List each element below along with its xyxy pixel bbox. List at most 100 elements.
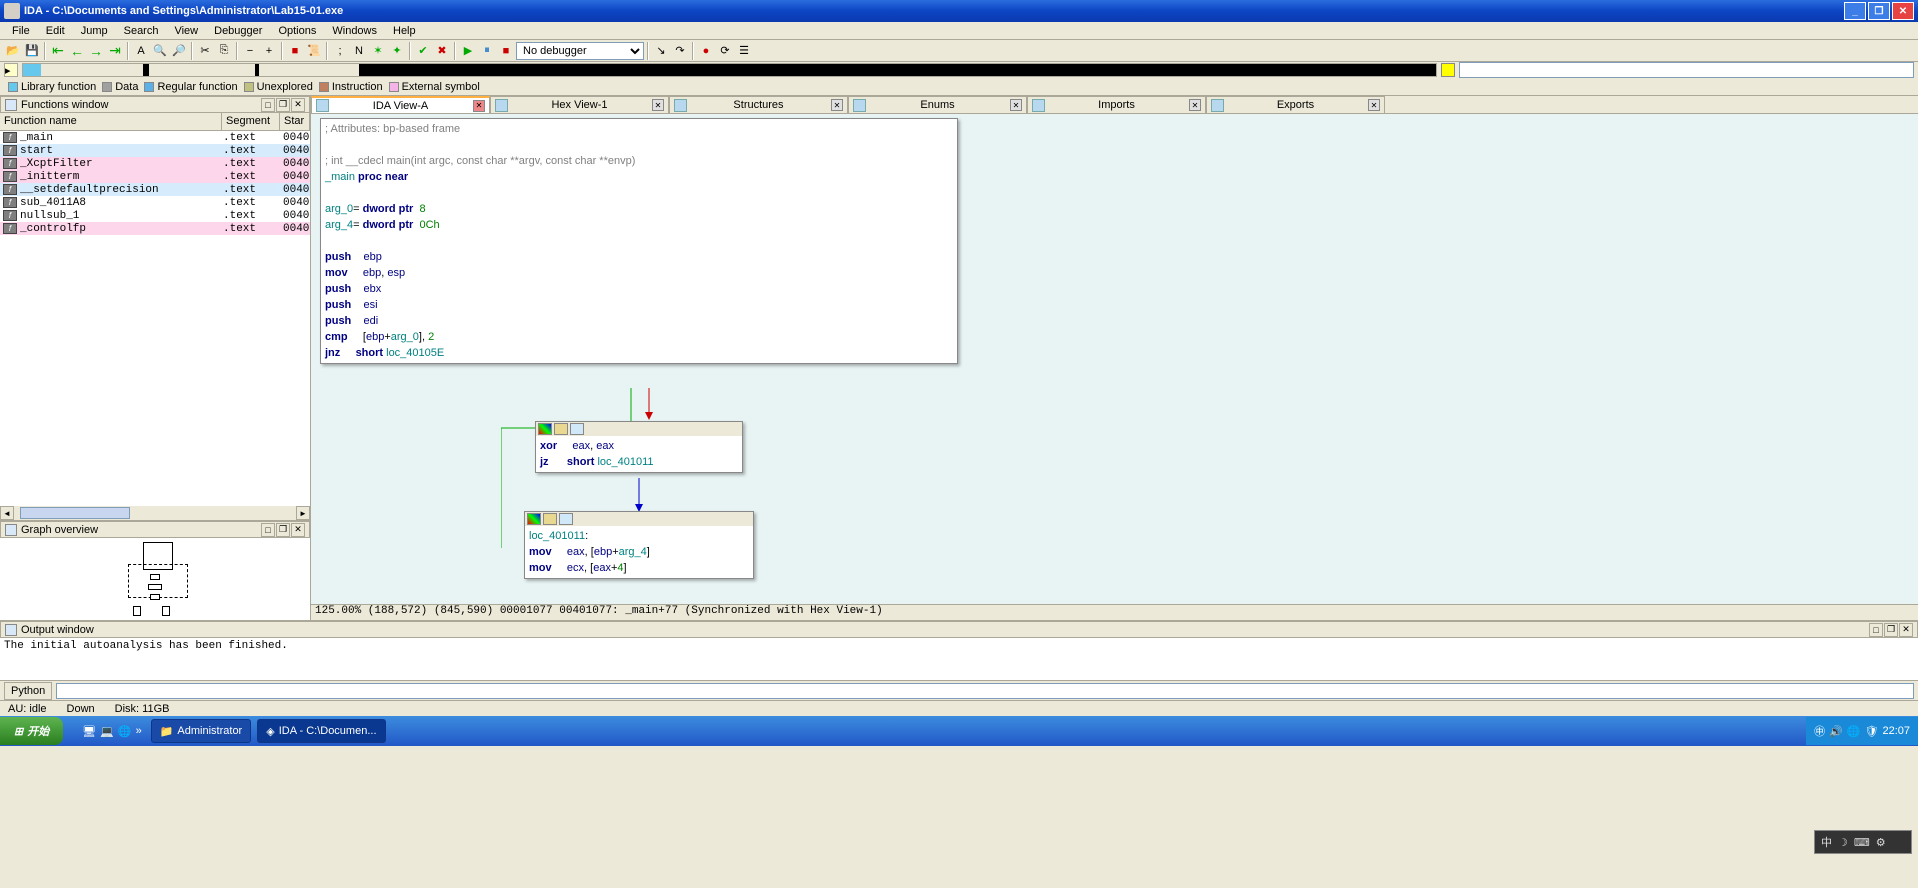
pause-icon[interactable]: ⏸: [478, 42, 496, 60]
group-icon[interactable]: [554, 423, 568, 435]
output-text[interactable]: The initial autoanalysis has been finish…: [0, 638, 1918, 680]
tab-close-button[interactable]: ✕: [473, 100, 485, 112]
function-row[interactable]: fnullsub_1.text0040: [0, 209, 310, 222]
graph-node-loc401011[interactable]: loc_401011:mov eax, [ebp+arg_4]mov ecx, …: [524, 511, 754, 579]
dock-button[interactable]: □: [1869, 623, 1883, 637]
bp-list-icon[interactable]: ☰: [735, 42, 753, 60]
python-input[interactable]: [56, 683, 1914, 699]
step-over-icon[interactable]: ↷: [671, 42, 689, 60]
color-icon[interactable]: [527, 513, 541, 525]
ime-bar[interactable]: 中 ☽ ⌨ ⚙: [1814, 830, 1912, 854]
menu-jump[interactable]: Jump: [73, 24, 116, 38]
accept-icon[interactable]: ✔: [414, 42, 432, 60]
comment-icon[interactable]: ;: [331, 42, 349, 60]
tray-lang-icon[interactable]: ㊥: [1814, 723, 1825, 739]
func-col-name[interactable]: Function name: [0, 113, 222, 130]
function-row[interactable]: f__setdefaultprecision.text0040: [0, 183, 310, 196]
zoom-in-icon[interactable]: +: [260, 42, 278, 60]
close-button[interactable]: ✕: [1892, 2, 1914, 20]
tab-close-button[interactable]: ✕: [1189, 99, 1201, 111]
step-into-icon[interactable]: ↘: [652, 42, 670, 60]
collapse-icon[interactable]: [559, 513, 573, 525]
tab-exports[interactable]: Exports✕: [1206, 96, 1385, 113]
nav-strip[interactable]: [22, 63, 1437, 77]
menu-view[interactable]: View: [166, 24, 206, 38]
ime-lang[interactable]: 中: [1821, 834, 1832, 850]
panel-close-button[interactable]: ✕: [1899, 623, 1913, 637]
panel-close-button[interactable]: ✕: [291, 98, 305, 112]
rename-icon[interactable]: N: [350, 42, 368, 60]
task-item-administrator[interactable]: 📁 Administrator: [151, 719, 252, 743]
ime-settings-icon[interactable]: ⚙: [1876, 836, 1886, 849]
color-icon[interactable]: [538, 423, 552, 435]
breakpoints-icon[interactable]: ●: [697, 42, 715, 60]
ime-moon-icon[interactable]: ☽: [1838, 836, 1848, 849]
restore-button[interactable]: ❐: [276, 98, 290, 112]
func-col-segment[interactable]: Segment: [222, 113, 280, 130]
menu-windows[interactable]: Windows: [324, 24, 385, 38]
run-icon[interactable]: ▶: [459, 42, 477, 60]
binary-search-icon[interactable]: 🔍: [151, 42, 169, 60]
save-icon[interactable]: 💾: [23, 42, 41, 60]
nav-fwd-icon[interactable]: →: [87, 42, 105, 60]
nav-back-icon[interactable]: ←: [68, 42, 86, 60]
hscroll[interactable]: ◄ ►: [0, 506, 310, 520]
zoom-out-icon[interactable]: −: [241, 42, 259, 60]
terminate-icon[interactable]: ■: [497, 42, 515, 60]
tab-enums[interactable]: Enums✕: [848, 96, 1027, 113]
delete-icon[interactable]: ✖: [433, 42, 451, 60]
graph-overview-area[interactable]: [0, 538, 310, 620]
graph-view[interactable]: ; Attributes: bp-based frame ; int __cde…: [311, 114, 1918, 604]
dock-button[interactable]: □: [261, 98, 275, 112]
nav-arrow-icon[interactable]: ▸: [4, 63, 18, 77]
ql-ie-icon[interactable]: 🌐: [118, 725, 132, 738]
function-row[interactable]: f_main.text0040: [0, 131, 310, 144]
debugger-select[interactable]: No debugger: [516, 42, 644, 60]
collapse-icon[interactable]: [570, 423, 584, 435]
nav-first-icon[interactable]: ⇤: [49, 42, 67, 60]
ql-desktop-icon[interactable]: 🖥: [82, 725, 96, 738]
restore-button[interactable]: ❐: [276, 523, 290, 537]
trace-icon[interactable]: ⟳: [716, 42, 734, 60]
tray-net-icon[interactable]: 🌐: [1847, 725, 1861, 738]
start-button[interactable]: ⊞ 开始: [0, 717, 63, 745]
find-next-icon[interactable]: 🔎: [170, 42, 188, 60]
tray-shield-icon[interactable]: 🛡: [1865, 725, 1879, 738]
graph-node-main[interactable]: ; Attributes: bp-based frame ; int __cde…: [320, 118, 958, 364]
hscroll-thumb[interactable]: [20, 507, 130, 519]
panel-close-button[interactable]: ✕: [291, 523, 305, 537]
tab-close-button[interactable]: ✕: [652, 99, 664, 111]
restore-button[interactable]: ❐: [1884, 623, 1898, 637]
tab-hex-view-1[interactable]: Hex View-1✕: [490, 96, 669, 113]
nav-last-icon[interactable]: ⇥: [106, 42, 124, 60]
prev-mark-icon[interactable]: ✦: [388, 42, 406, 60]
ime-keyboard-icon[interactable]: ⌨: [1854, 836, 1870, 849]
func-col-start[interactable]: Star: [280, 113, 310, 130]
menu-search[interactable]: Search: [116, 24, 167, 38]
tray-vol-icon[interactable]: 🔊: [1829, 725, 1843, 738]
tab-structures[interactable]: Structures✕: [669, 96, 848, 113]
function-row[interactable]: f_controlfp.text0040: [0, 222, 310, 235]
cut-icon[interactable]: ✂: [196, 42, 214, 60]
function-row[interactable]: f_initterm.text0040: [0, 170, 310, 183]
tab-close-button[interactable]: ✕: [831, 99, 843, 111]
hscroll-right-button[interactable]: ►: [296, 506, 310, 520]
group-icon[interactable]: [543, 513, 557, 525]
functions-list[interactable]: f_main.text0040fstart.text0040f_XcptFilt…: [0, 131, 310, 506]
ql-mycomp-icon[interactable]: 💻: [100, 725, 114, 738]
menu-options[interactable]: Options: [270, 24, 324, 38]
nav-search-input[interactable]: [1459, 62, 1914, 78]
tab-imports[interactable]: Imports✕: [1027, 96, 1206, 113]
tab-ida-view-a[interactable]: IDA View-A✕: [311, 96, 490, 113]
maximize-button[interactable]: ❐: [1868, 2, 1890, 20]
task-item-ida[interactable]: ◈ IDA - C:\Documen...: [257, 719, 385, 743]
python-button[interactable]: Python: [4, 682, 52, 700]
script-icon[interactable]: 📜: [305, 42, 323, 60]
tab-close-button[interactable]: ✕: [1368, 99, 1380, 111]
function-row[interactable]: fsub_4011A8.text0040: [0, 196, 310, 209]
copy-icon[interactable]: ⎘: [215, 42, 233, 60]
function-row[interactable]: f_XcptFilter.text0040: [0, 157, 310, 170]
hscroll-left-button[interactable]: ◄: [0, 506, 14, 520]
mark-icon[interactable]: ✶: [369, 42, 387, 60]
menu-edit[interactable]: Edit: [38, 24, 73, 38]
